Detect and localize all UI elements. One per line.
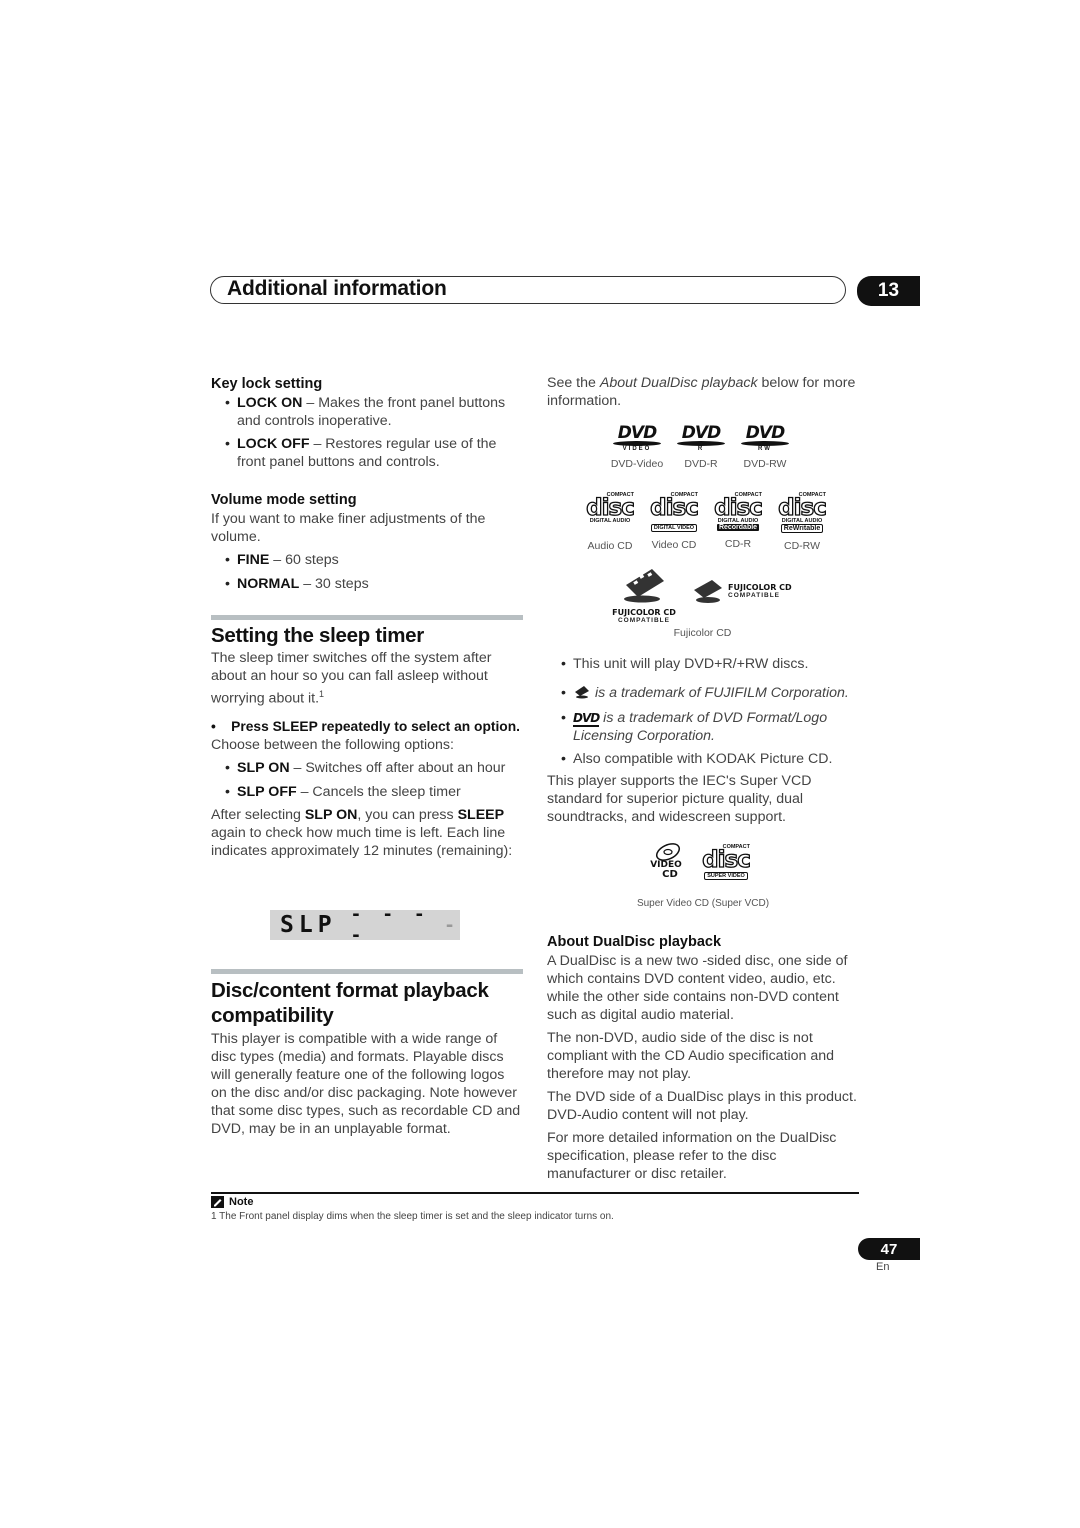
list-item: DVD is a trademark of DVD Format/Logo Li… xyxy=(547,709,862,745)
dualdisc-section: About DualDisc playback A DualDisc is a … xyxy=(547,933,862,1183)
dualdisc-paragraph: The DVD side of a DualDisc plays in this… xyxy=(547,1089,857,1123)
fujicolor-logo-horizontal: FUJICOLOR CD COMPATIBLE xyxy=(692,578,792,604)
sleep-display-dashes: - - - - xyxy=(350,904,430,946)
sleep-step: • Press SLEEP repeatedly to select an op… xyxy=(211,718,520,734)
svcd-caption: Super Video CD (Super VCD) xyxy=(636,898,770,909)
sleep-display: SLP - - - - - xyxy=(270,904,460,946)
volume-mode-heading: Volume mode setting xyxy=(211,492,357,508)
pencil-note-icon xyxy=(211,1196,224,1208)
sleep-after-text: After selecting SLP ON, you can press SL… xyxy=(211,806,513,859)
list-item: This unit will play DVD+R/+RW discs. xyxy=(547,655,862,673)
section-divider xyxy=(211,615,523,620)
super-video-cd-logo: COMPACT disc SUPER VIDEO xyxy=(702,844,751,880)
fujicolor-film-icon xyxy=(694,580,722,603)
dvd-logo-icon: DVD xyxy=(573,711,600,727)
list-item: Also compatible with KODAK Picture CD. xyxy=(547,750,862,768)
dualdisc-paragraph: The non-DVD, audio side of the disc is n… xyxy=(547,1030,835,1082)
language-code: En xyxy=(876,1261,890,1273)
fujicolor-icon xyxy=(575,686,589,699)
dualdisc-paragraph: A DualDisc is a new two -sided disc, one… xyxy=(547,953,848,1023)
dvd-r-logo: DVD R DVD-R xyxy=(672,425,730,470)
audio-cd-logo: COMPACT disc DIGITAL AUDIO Audio CD xyxy=(586,492,636,552)
sleep-timer-heading: Setting the sleep timer xyxy=(211,624,424,647)
list-item: FINE – 60 steps xyxy=(211,551,523,569)
chapter-number-tab: 13 xyxy=(857,276,920,306)
sleep-display-label: SLP xyxy=(280,912,337,938)
blinking-dash-icon: - xyxy=(444,914,460,936)
key-lock-heading: Key lock setting xyxy=(211,376,323,392)
fujicolor-film-icon xyxy=(624,569,664,603)
right-column-intro: See the About DualDisc playback below fo… xyxy=(547,374,862,410)
list-item: LOCK OFF – Restores regular use of the f… xyxy=(211,435,523,471)
note-footnote: 1 The Front panel display dims when the … xyxy=(211,1211,614,1222)
svcd-logo-row: VIDEO CD COMPACT disc SUPER VIDEO xyxy=(646,843,758,880)
list-item: SLP ON – Switches off after about an hou… xyxy=(211,759,523,777)
section-divider xyxy=(211,969,523,974)
video-cd-logo: COMPACT disc DIGITAL VIDEO Video CD xyxy=(650,492,700,551)
compat-section: Disc/content format playback compatibili… xyxy=(211,969,523,1138)
fujicolor-logo-vertical: FUJICOLOR CD COMPATIBLE xyxy=(612,567,676,624)
dualdisc-heading: About DualDisc playback xyxy=(547,934,722,950)
left-column: Key lock setting LOCK ON – Makes the fro… xyxy=(211,375,523,860)
list-item: is a trademark of FUJIFILM Corporation. xyxy=(547,684,862,702)
page-section-title: Additional information xyxy=(227,277,447,300)
dualdisc-paragraph: For more detailed information on the Dua… xyxy=(547,1130,837,1182)
page-number-tab: 47 xyxy=(858,1238,920,1260)
note-divider xyxy=(211,1192,859,1194)
cd-r-logo: COMPACT disc DIGITAL AUDIO Recordable CD… xyxy=(714,492,764,550)
disc-icon xyxy=(655,843,681,861)
sleep-choose: Choose between the following options: xyxy=(211,736,454,753)
dvd-video-logo: DVD VIDEO DVD-Video xyxy=(610,423,664,471)
see-dualdisc-text: See the About DualDisc playback below fo… xyxy=(547,375,856,409)
video-cd-logo: VIDEO CD xyxy=(646,843,686,880)
list-item: LOCK ON – Makes the front panel buttons … xyxy=(211,394,523,430)
cd-rw-logo: COMPACT disc DIGITAL AUDIO ReWritable CD… xyxy=(778,492,828,552)
list-item: SLP OFF – Cancels the sleep timer xyxy=(211,783,523,801)
fujicolor-caption: Fujicolor CD xyxy=(673,627,732,639)
dvd-logo-row: DVD VIDEO DVD-Video DVD R DVD-R DVD RW D… xyxy=(608,425,794,470)
right-bullets: This unit will play DVD+R/+RW discs. is … xyxy=(547,655,862,826)
compat-body: This player is compatible with a wide ra… xyxy=(211,1031,521,1137)
sleep-timer-intro: The sleep timer switches off the system … xyxy=(211,650,492,707)
compat-heading: Disc/content format playback compatibili… xyxy=(211,979,489,1027)
list-item: NORMAL – 30 steps xyxy=(211,575,523,593)
svcd-text: This player supports the IEC's Super VCD… xyxy=(547,773,812,825)
cd-logo-row: COMPACT disc DIGITAL AUDIO Audio CD COMP… xyxy=(578,492,834,552)
dvd-rw-logo: DVD RW DVD-RW xyxy=(736,425,794,470)
volume-mode-intro: If you want to make finer adjustments of… xyxy=(211,511,486,545)
note-header: Note xyxy=(211,1196,253,1208)
